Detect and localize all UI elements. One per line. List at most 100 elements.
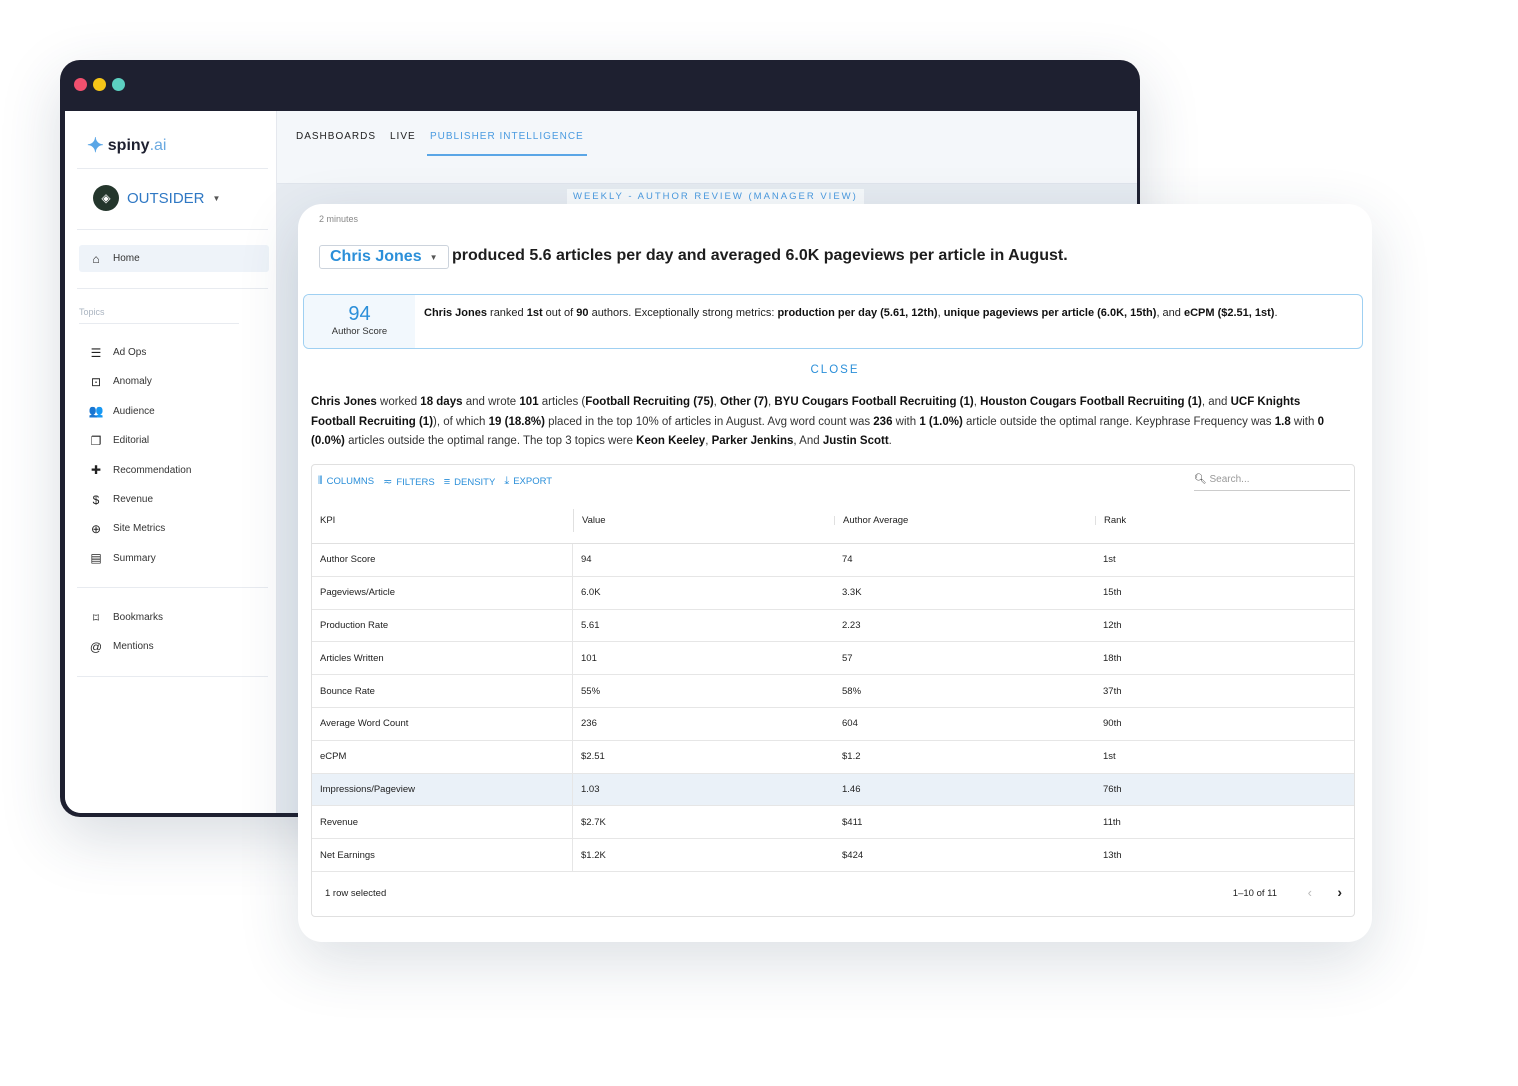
author-name: Chris Jones bbox=[330, 248, 422, 265]
highlight-text: Keon Keeley bbox=[636, 435, 706, 447]
people-icon: 👥 bbox=[88, 404, 104, 419]
density-button[interactable]: ≡ DENSITY bbox=[444, 476, 496, 488]
bookmark-icon: ⌑ bbox=[92, 610, 100, 625]
author-summary: Chris Jones worked 18 days and wrote 101… bbox=[311, 393, 1346, 452]
org-name: OUTSIDER bbox=[127, 189, 205, 207]
sidebar-item-audience[interactable]: 👥 Audience bbox=[79, 398, 269, 425]
cell-kpi: Bounce Rate bbox=[312, 675, 573, 707]
column-header-rank[interactable]: Rank bbox=[1095, 515, 1126, 526]
sidebar-item-revenue[interactable]: $ Revenue bbox=[79, 486, 269, 513]
tab-publisher-intelligence[interactable]: PUBLISHER INTELLIGENCE bbox=[427, 131, 587, 156]
sidebar-item-label: Summary bbox=[113, 552, 156, 564]
cell-kpi: Author Score bbox=[312, 544, 573, 576]
grid-footer: 1 row selected 1–10 of 11 ‹ › bbox=[312, 871, 1354, 916]
table-row[interactable]: Articles Written 101 57 18th bbox=[312, 642, 1354, 676]
table-row[interactable]: Pageviews/Article 6.0K 3.3K 15th bbox=[312, 576, 1354, 610]
text-segment: with bbox=[892, 415, 920, 428]
cell-author-average: 3.3K bbox=[842, 587, 862, 599]
cell-author-average: $1.2 bbox=[842, 751, 861, 763]
table-row[interactable]: Production Rate 5.61 2.23 12th bbox=[312, 609, 1354, 643]
cell-author-average: 1.46 bbox=[842, 783, 861, 795]
table-row[interactable]: Bounce Rate 55% 58% 37th bbox=[312, 675, 1354, 708]
sidebar-item-bookmarks[interactable]: ⌑ Bookmarks bbox=[79, 604, 269, 631]
column-header-author-average[interactable]: Author Average bbox=[834, 515, 908, 526]
highlight-text: 101 bbox=[519, 396, 539, 408]
author-review-card: 2 minutes Chris Jones ▼ produced 5.6 art… bbox=[298, 204, 1372, 942]
highlight-text: 19 (18.8%) bbox=[488, 415, 545, 428]
cell-rank: 18th bbox=[1103, 652, 1122, 664]
columns-label: COLUMNS bbox=[326, 476, 375, 487]
cell-value: 1.03 bbox=[581, 783, 600, 795]
prev-page-button[interactable]: ‹ bbox=[1308, 885, 1312, 900]
columns-button[interactable]: ⫴ COLUMNS bbox=[318, 475, 374, 488]
author-score-box: 94 Author Score Chris Jones ranked 1st o… bbox=[303, 294, 1363, 349]
export-button[interactable]: ⤓ EXPORT bbox=[504, 475, 552, 488]
highlight-text: production per day (5.61, 12th) bbox=[777, 307, 938, 319]
cell-author-average: 604 bbox=[842, 718, 858, 730]
sidebar-item-label: Site Metrics bbox=[113, 523, 166, 535]
text-segment: articles outside the optimal range. The … bbox=[344, 435, 637, 447]
cell-kpi: Average Word Count bbox=[312, 707, 573, 740]
tab-live[interactable]: LIVE bbox=[390, 131, 416, 154]
table-row[interactable]: Average Word Count 236 604 90th bbox=[312, 707, 1354, 741]
cell-rank: 76th bbox=[1103, 783, 1122, 795]
column-header-value[interactable]: Value bbox=[573, 509, 606, 532]
cell-rank: 11th bbox=[1103, 816, 1121, 828]
org-selector[interactable]: ◈ OUTSIDER ▼ bbox=[93, 185, 220, 211]
sidebar-item-label: Audience bbox=[113, 405, 155, 417]
close-window-dot[interactable] bbox=[74, 78, 87, 91]
text-segment: , and bbox=[1201, 396, 1231, 408]
search-input[interactable]: 🔍︎ Search... bbox=[1194, 471, 1350, 491]
top-nav: DASHBOARDS LIVE PUBLISHER INTELLIGENCE bbox=[277, 111, 1137, 184]
table-row[interactable]: eCPM $2.51 $1.2 1st bbox=[312, 740, 1354, 774]
sidebar-item-anomaly[interactable]: ⊡ Anomaly bbox=[79, 368, 269, 395]
summary-icon: ▤ bbox=[90, 551, 102, 566]
sidebar-item-ad-ops[interactable]: ☰ Ad Ops bbox=[79, 339, 269, 366]
table-row[interactable]: Impressions/Pageview 1.03 1.46 76th bbox=[312, 773, 1354, 807]
cell-rank: 12th bbox=[1103, 619, 1122, 631]
highlight-text: BYU Cougars Football Recruiting (1) bbox=[774, 396, 974, 408]
cell-rank: 37th bbox=[1103, 685, 1122, 697]
read-time: 2 minutes bbox=[319, 214, 359, 224]
sidebar-item-mentions[interactable]: @ Mentions bbox=[79, 633, 269, 660]
close-button[interactable]: CLOSE bbox=[298, 364, 1372, 376]
grid-toolbar: ⫴ COLUMNS ≂ FILTERS ≡ DENSITY ⤓ EXPORT bbox=[318, 475, 552, 488]
sidebar-item-home[interactable]: ⌂ Home bbox=[79, 245, 269, 272]
sidebar-item-recommendation[interactable]: ✚ Recommendation bbox=[79, 457, 269, 484]
recommendation-icon: ✚ bbox=[90, 463, 102, 478]
next-page-button[interactable]: › bbox=[1337, 884, 1342, 900]
sidebar-item-site-metrics[interactable]: ⊕ Site Metrics bbox=[79, 515, 269, 542]
highlight-text: Other (7) bbox=[720, 396, 768, 408]
at-icon: @ bbox=[89, 639, 103, 654]
minimize-window-dot[interactable] bbox=[93, 78, 106, 91]
table-row[interactable]: Net Earnings $1.2K $424 13th bbox=[312, 839, 1354, 872]
text-segment: worked bbox=[376, 396, 421, 408]
text-segment: , And bbox=[793, 435, 823, 447]
kpi-data-grid: ⫴ COLUMNS ≂ FILTERS ≡ DENSITY ⤓ EXPORT 🔍︎ Se… bbox=[311, 464, 1355, 917]
column-header-kpi[interactable]: KPI bbox=[312, 498, 335, 543]
text-segment: with bbox=[1290, 415, 1318, 428]
ad-ops-icon: ☰ bbox=[90, 345, 102, 360]
logo[interactable]: ✦ spiny .ai bbox=[87, 133, 166, 158]
cell-author-average: $424 bbox=[842, 849, 864, 861]
sidebar-item-label: Editorial bbox=[113, 435, 150, 447]
report-title: WEEKLY - AUTHOR REVIEW (MANAGER VIEW) bbox=[567, 189, 864, 204]
cell-kpi: Production Rate bbox=[312, 609, 573, 642]
table-row[interactable]: Revenue $2.7K $411 11th bbox=[312, 806, 1354, 840]
chevron-down-icon: ▼ bbox=[429, 252, 438, 262]
table-row[interactable]: Author Score 94 74 1st bbox=[312, 544, 1354, 577]
sidebar-item-editorial[interactable]: ❐ Editorial bbox=[79, 427, 269, 454]
headline: produced 5.6 articles per day and averag… bbox=[452, 247, 1068, 264]
window-controls bbox=[74, 78, 125, 91]
cell-value: 236 bbox=[581, 718, 597, 730]
tab-dashboards[interactable]: DASHBOARDS bbox=[296, 131, 376, 154]
sidebar-item-label: Recommendation bbox=[113, 464, 192, 476]
filters-label: FILTERS bbox=[396, 477, 435, 488]
author-score-value: 94 bbox=[348, 303, 371, 325]
cell-kpi: eCPM bbox=[312, 740, 573, 773]
filters-button[interactable]: ≂ FILTERS bbox=[383, 475, 435, 488]
maximize-window-dot[interactable] bbox=[112, 78, 125, 91]
author-select[interactable]: Chris Jones ▼ bbox=[319, 245, 449, 269]
sidebar-item-summary[interactable]: ▤ Summary bbox=[79, 545, 269, 572]
sidebar-item-label: Mentions bbox=[113, 641, 154, 653]
